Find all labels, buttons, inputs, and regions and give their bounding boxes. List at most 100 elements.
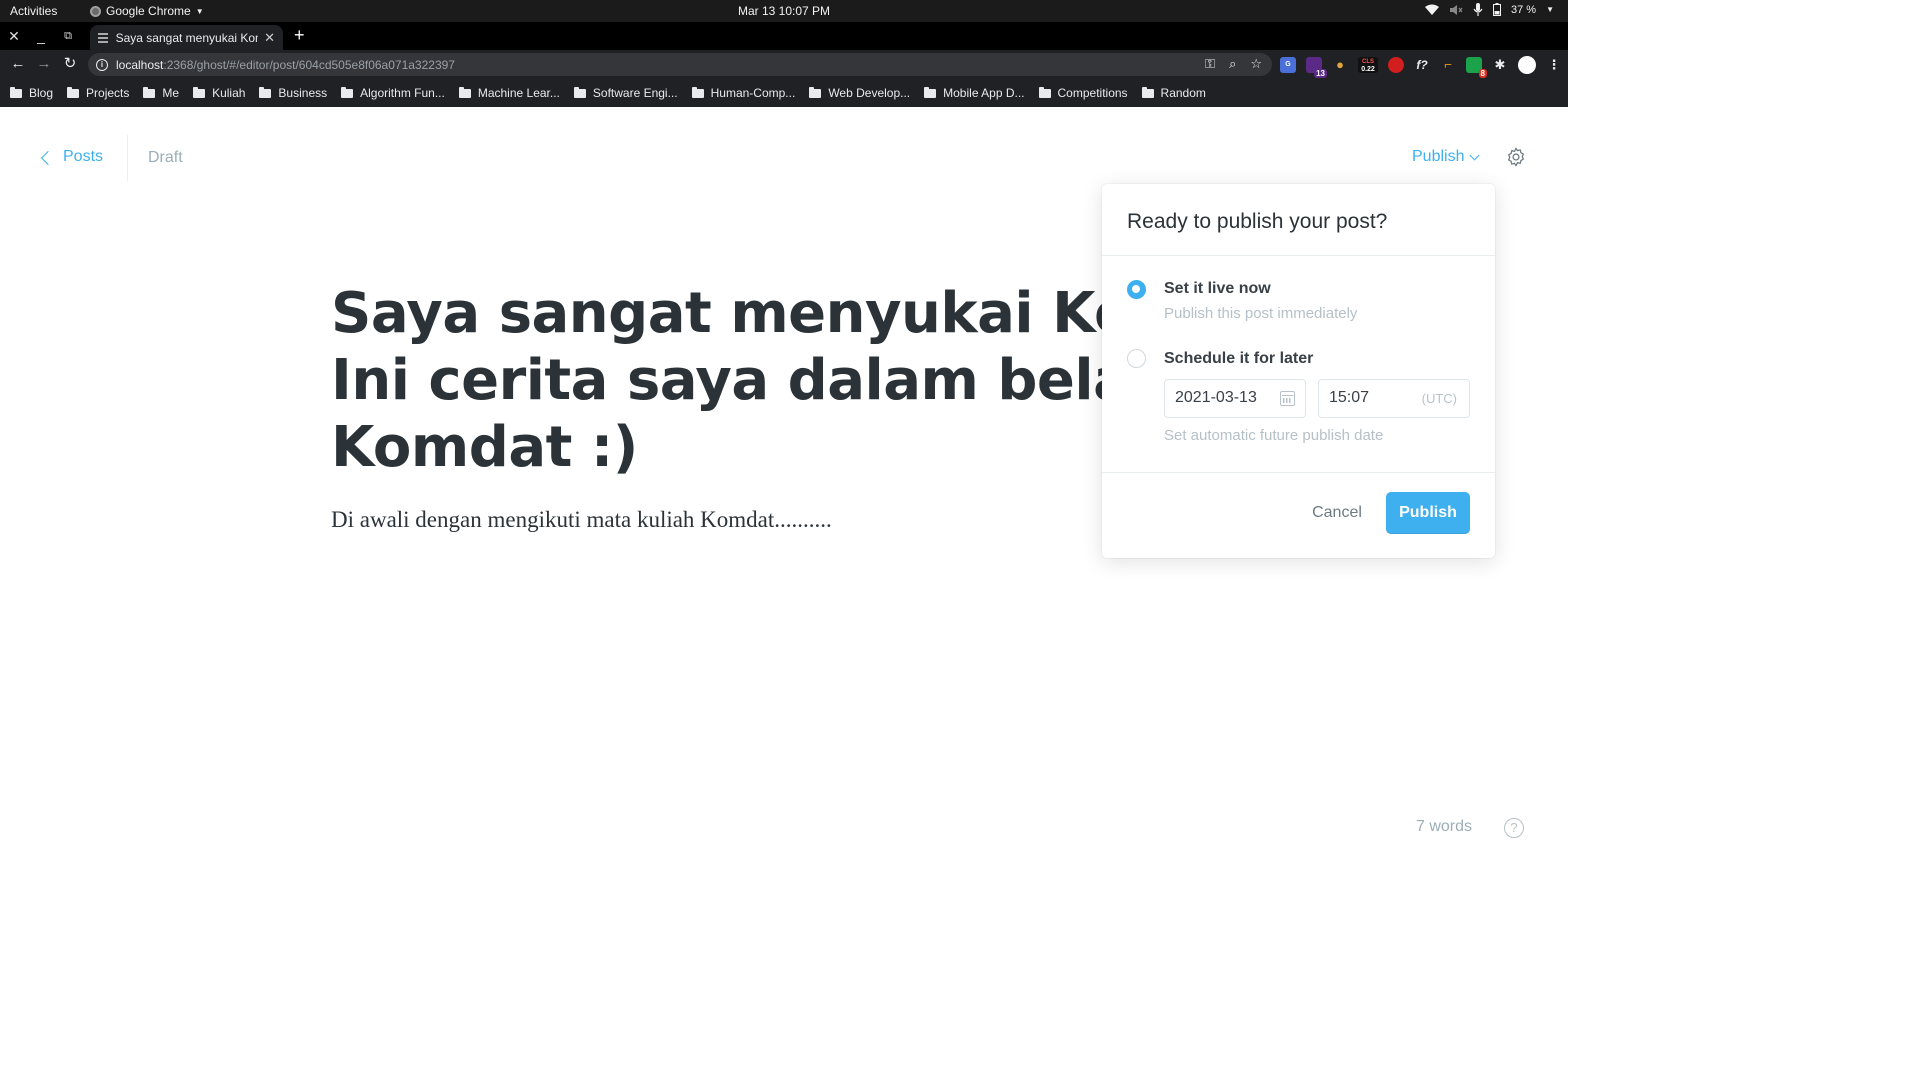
radio-schedule-later[interactable]	[1127, 349, 1146, 368]
folder-icon	[691, 86, 704, 98]
bookmark-label: Kuliah	[212, 86, 246, 100]
extension-badge: 8	[1478, 69, 1487, 78]
chrome-app-icon	[90, 5, 101, 17]
folder-icon	[1141, 86, 1154, 98]
volume-muted-icon	[1450, 4, 1463, 15]
app-menu-label: Google Chrome	[106, 4, 191, 18]
system-tray[interactable]: 37 % ▼	[1425, 3, 1554, 16]
word-count: 7 words	[1416, 818, 1473, 835]
window-minimize-icon[interactable]: _	[33, 28, 49, 44]
bookmark-item[interactable]: Projects	[67, 86, 129, 100]
activities-button[interactable]: Activities	[10, 4, 57, 18]
bookmark-label: Business	[278, 86, 328, 100]
schedule-date-input[interactable]: 2021-03-13	[1164, 379, 1306, 418]
window-close-icon[interactable]: ✕	[6, 28, 22, 44]
bookmark-label: Human-Comp...	[710, 86, 796, 100]
popover-divider	[1102, 472, 1495, 473]
folder-icon	[573, 86, 586, 98]
option-later-label[interactable]: Schedule it for later	[1164, 350, 1313, 368]
browser-tab-active[interactable]: Saya sangat menyukai Komdat ✕	[90, 25, 283, 50]
chevron-left-icon	[40, 150, 56, 165]
folder-icon	[924, 86, 937, 98]
bookmark-label: Me	[162, 86, 180, 100]
red-extension-icon[interactable]	[1388, 57, 1404, 73]
option-now-description: Publish this post immediately	[1164, 305, 1358, 322]
folder-icon	[1038, 86, 1051, 98]
battery-percentage: 37 %	[1511, 3, 1537, 16]
puzzle-extensions-icon[interactable]: ✱	[1492, 57, 1508, 73]
bookmark-item[interactable]: Competitions	[1038, 86, 1128, 100]
key-icon[interactable]: ⚿	[1205, 57, 1215, 71]
bookmark-item[interactable]: Software Engi...	[573, 86, 678, 100]
bookmark-label: Competitions	[1057, 86, 1128, 100]
zoom-icon[interactable]: ⌕	[1229, 57, 1236, 71]
bookmark-item[interactable]: Me	[143, 86, 179, 100]
bookmark-item[interactable]: Kuliah	[193, 86, 245, 100]
orange-extension-icon[interactable]: ⌐	[1440, 57, 1456, 73]
system-clock[interactable]: Mar 13 10:07 PM	[738, 4, 830, 18]
bookmark-star-icon[interactable]: ☆	[1250, 57, 1262, 71]
ghost-favicon-icon	[98, 32, 108, 43]
reload-icon[interactable]: ↻	[62, 56, 78, 72]
schedule-time-input[interactable]: 15:07 (UTC)	[1318, 379, 1470, 418]
help-question-icon[interactable]: ?	[1504, 818, 1524, 838]
bookmark-item[interactable]: Human-Comp...	[691, 86, 796, 100]
system-top-bar: Activities Google Chrome ▼ Mar 13 10:07 …	[0, 0, 1568, 22]
popover-divider	[1102, 255, 1495, 256]
bookmark-label: Projects	[86, 86, 130, 100]
calendar-icon[interactable]	[1280, 391, 1295, 406]
post-title-line: Ini cerita saya dalam belajar	[331, 348, 1214, 413]
back-arrow-icon[interactable]: ←	[10, 56, 26, 72]
back-to-posts-link[interactable]: Posts	[40, 148, 104, 166]
bookmark-item[interactable]: Blog	[10, 86, 53, 100]
header-divider	[127, 135, 128, 181]
post-status: Draft	[148, 149, 183, 166]
back-link-label: Posts	[63, 148, 104, 165]
cancel-button[interactable]: Cancel	[1298, 492, 1376, 534]
post-title[interactable]: Saya sangat menyukai Komda Ini cerita sa…	[331, 280, 1267, 481]
font-extension-icon[interactable]: f?	[1414, 57, 1430, 73]
option-now-label[interactable]: Set it live now	[1164, 280, 1271, 298]
microphone-icon	[1473, 3, 1483, 16]
cls-extension-icon[interactable]: CLS 0.22	[1358, 57, 1378, 73]
cls-label: CLS	[1362, 59, 1374, 65]
bookmark-label: Software Engi...	[592, 86, 678, 100]
address-bar[interactable]: i localhost :2368/ghost/#/editor/post/60…	[88, 53, 1272, 76]
folder-icon	[10, 86, 22, 98]
bookmark-item[interactable]: Random	[1141, 86, 1206, 100]
bookmark-item[interactable]: Business	[259, 86, 327, 100]
gear-icon[interactable]	[1505, 146, 1527, 168]
green-extension-icon[interactable]: 8	[1466, 57, 1487, 78]
chevron-down-icon	[1470, 150, 1480, 160]
publish-menu-trigger[interactable]: Publish	[1412, 148, 1480, 166]
site-info-icon[interactable]: i	[96, 58, 108, 71]
radio-set-live-now[interactable]	[1127, 280, 1146, 299]
translate-extension-icon[interactable]: G	[1280, 57, 1296, 73]
tab-title: Saya sangat menyukai Komdat	[115, 30, 258, 45]
url-path: :2368/ghost/#/editor/post/604cd505e8f06a…	[163, 57, 455, 72]
app-menu[interactable]: Google Chrome ▼	[90, 4, 204, 18]
extension-purple-icon[interactable]: 13	[1306, 57, 1327, 78]
folder-icon	[809, 86, 822, 98]
chrome-menu-icon[interactable]: ⋮	[1546, 57, 1562, 73]
bookmark-label: Algorithm Fun...	[360, 86, 445, 100]
bookmark-item[interactable]: Machine Lear...	[458, 86, 560, 100]
profile-avatar[interactable]	[1518, 56, 1536, 74]
publish-button[interactable]: Publish	[1386, 492, 1470, 534]
bookmark-item[interactable]: Mobile App D...	[924, 86, 1025, 100]
extensions-area: G 13 ● CLS 0.22 f? ⌐ 8 ✱ ⋮	[1280, 56, 1562, 78]
cls-value: 0.22	[1361, 66, 1375, 73]
window-restore-icon[interactable]: ⧉	[60, 28, 76, 44]
date-value: 2021-03-13	[1175, 389, 1257, 406]
time-value: 15:07	[1329, 389, 1370, 406]
tab-close-icon[interactable]: ✕	[264, 30, 275, 46]
bookmark-item[interactable]: Algorithm Fun...	[341, 86, 445, 100]
post-body-editor[interactable]: Di awali dengan mengikuti mata kuliah Ko…	[331, 507, 832, 533]
extension-badge: 13	[1314, 69, 1327, 78]
forward-arrow-icon[interactable]: →	[36, 56, 52, 72]
folder-icon	[67, 86, 80, 98]
new-tab-button[interactable]: +	[294, 26, 305, 44]
bookmark-item[interactable]: Web Develop...	[809, 86, 910, 100]
cookie-extension-icon[interactable]: ●	[1332, 57, 1348, 73]
bookmark-label: Blog	[29, 86, 54, 100]
